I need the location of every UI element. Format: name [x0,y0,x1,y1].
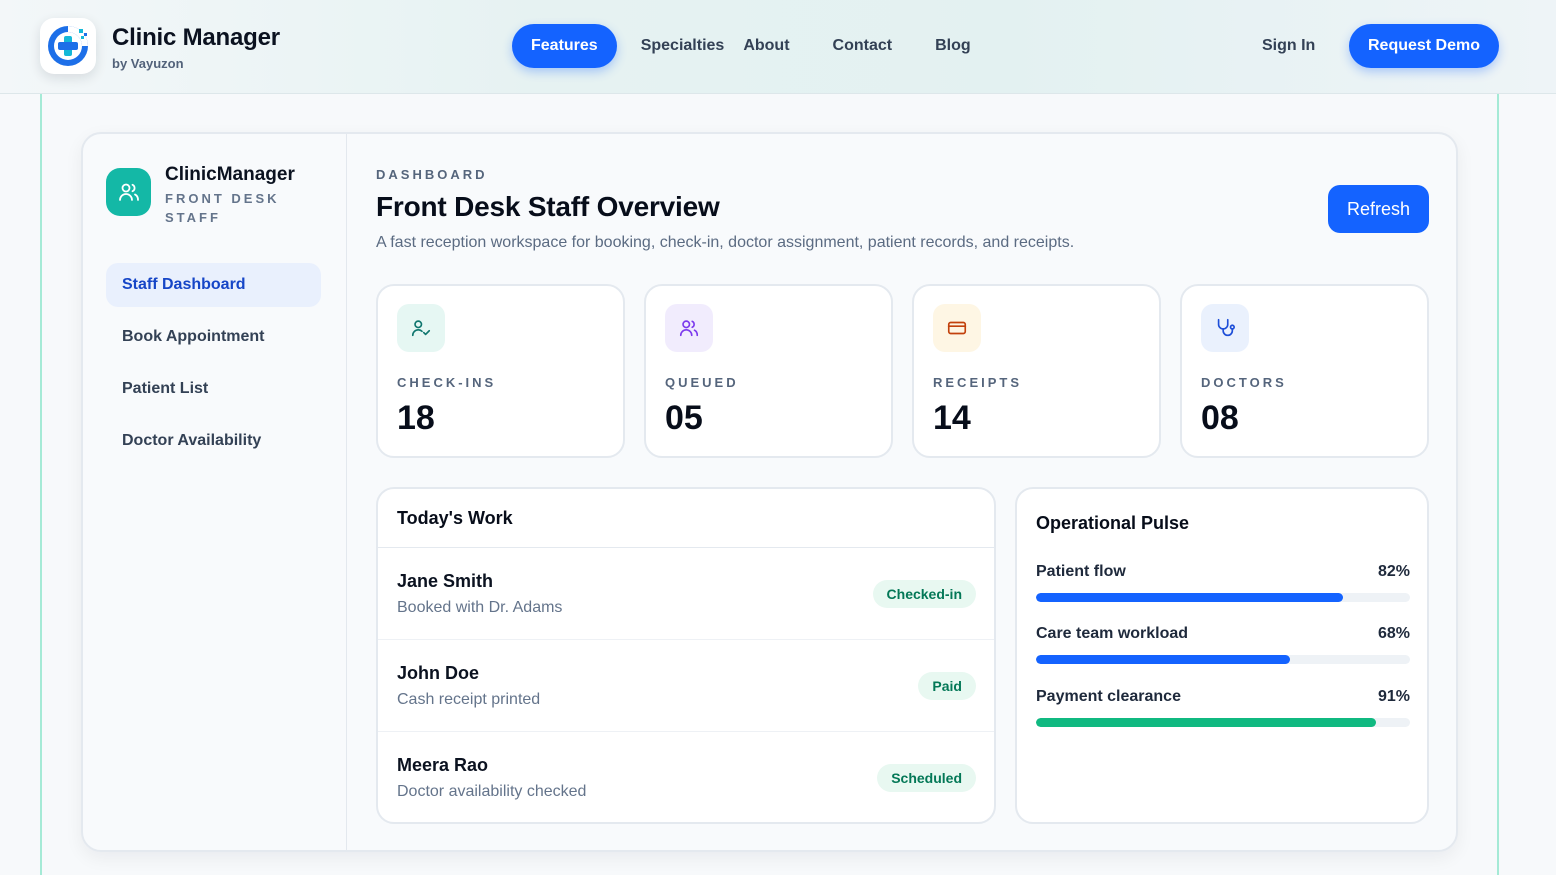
metric-label: Patient flow [1036,563,1126,580]
user-check-icon [397,304,445,352]
refresh-button[interactable]: Refresh [1328,185,1429,233]
sidebar-nav: Staff Dashboard Book Appointment Patient… [106,263,321,471]
top-navbar: Clinic Manager by Vayuzon Features Speci… [0,0,1556,94]
stat-card-queued: QUEUED 05 [644,284,893,458]
users-avatar-icon [106,168,151,216]
nav-specialties[interactable]: Specialties [641,24,725,68]
list-item[interactable]: Meera Rao Doctor availability checked Sc… [378,732,994,822]
sidebar-item-staff-dashboard[interactable]: Staff Dashboard [106,263,321,307]
stat-card-doctors: DOCTORS 08 [1180,284,1429,458]
stat-value: 05 [665,399,703,437]
progress-fill [1036,655,1291,664]
brand-title[interactable]: Clinic Manager [112,24,280,52]
progress-track [1036,593,1410,602]
stat-label: CHECK-INS [397,375,497,390]
patient-name: Meera Rao [397,755,489,775]
sign-in-link[interactable]: Sign In [1262,24,1315,68]
page-description: A fast reception workspace for booking, … [376,234,1075,251]
dashboard-card: ClinicManager FRONT DESK STAFF Staff Das… [81,132,1458,852]
main-nav: Features Specialties About Contact Blog [512,24,990,68]
todays-work-title: Today's Work [378,489,994,548]
stat-label: DOCTORS [1201,375,1287,390]
todays-work-panel: Today's Work Jane Smith Booked with Dr. … [376,487,996,824]
stat-card-check-ins: CHECK-INS 18 [376,284,625,458]
progress-track [1036,655,1410,664]
operational-pulse-title: Operational Pulse [1036,513,1190,533]
stat-card-receipts: RECEIPTS 14 [912,284,1161,458]
brand-subtitle: by Vayuzon [112,56,184,71]
patient-note: Booked with Dr. Adams [397,599,563,616]
stat-value: 18 [397,399,435,437]
sidebar: ClinicManager FRONT DESK STAFF Staff Das… [83,134,347,850]
sidebar-role-label: FRONT DESK STAFF [165,191,280,225]
sidebar-item-book-appointment[interactable]: Book Appointment [106,315,321,359]
patient-name: Jane Smith [397,571,494,591]
sidebar-app-title: ClinicManager [165,164,295,185]
list-item[interactable]: John Doe Cash receipt printed Paid [378,640,994,732]
stat-value: 08 [1201,399,1239,437]
section-eyebrow: DASHBOARD [376,167,488,182]
nav-about[interactable]: About [743,24,789,68]
stat-label: RECEIPTS [933,375,1023,390]
metric-percent: 68% [1377,625,1410,642]
nav-blog[interactable]: Blog [935,24,971,68]
page-frame-left [40,94,42,875]
status-badge: Paid [918,672,976,700]
progress-track [1036,718,1410,727]
status-badge: Checked-in [872,580,976,608]
patient-note: Cash receipt printed [397,691,541,708]
list-item[interactable]: Jane Smith Booked with Dr. Adams Checked… [378,548,994,640]
sidebar-item-patient-list[interactable]: Patient List [106,367,321,411]
patient-name: John Doe [397,663,480,683]
nav-contact[interactable]: Contact [833,24,893,68]
page-title: Front Desk Staff Overview [376,191,720,222]
sidebar-item-doctor-availability[interactable]: Doctor Availability [106,419,321,463]
stethoscope-icon [1201,304,1249,352]
credit-card-icon [933,304,981,352]
metric-label: Payment clearance [1036,688,1181,705]
progress-fill [1036,718,1377,727]
stat-value: 14 [933,399,971,437]
stat-label: QUEUED [665,375,739,390]
users-icon [665,304,713,352]
operational-pulse-panel: Operational Pulse Patient flow 82% Care … [1015,487,1429,824]
status-badge: Scheduled [877,764,976,792]
page-frame-right [1497,94,1499,875]
request-demo-button[interactable]: Request Demo [1349,24,1499,68]
metric-label: Care team workload [1036,625,1189,642]
metric-percent: 82% [1377,563,1410,580]
metric-percent: 91% [1377,688,1410,705]
progress-fill [1036,593,1343,602]
clinic-logo-icon[interactable] [40,18,96,74]
nav-features[interactable]: Features [512,24,617,68]
patient-note: Doctor availability checked [397,783,587,800]
